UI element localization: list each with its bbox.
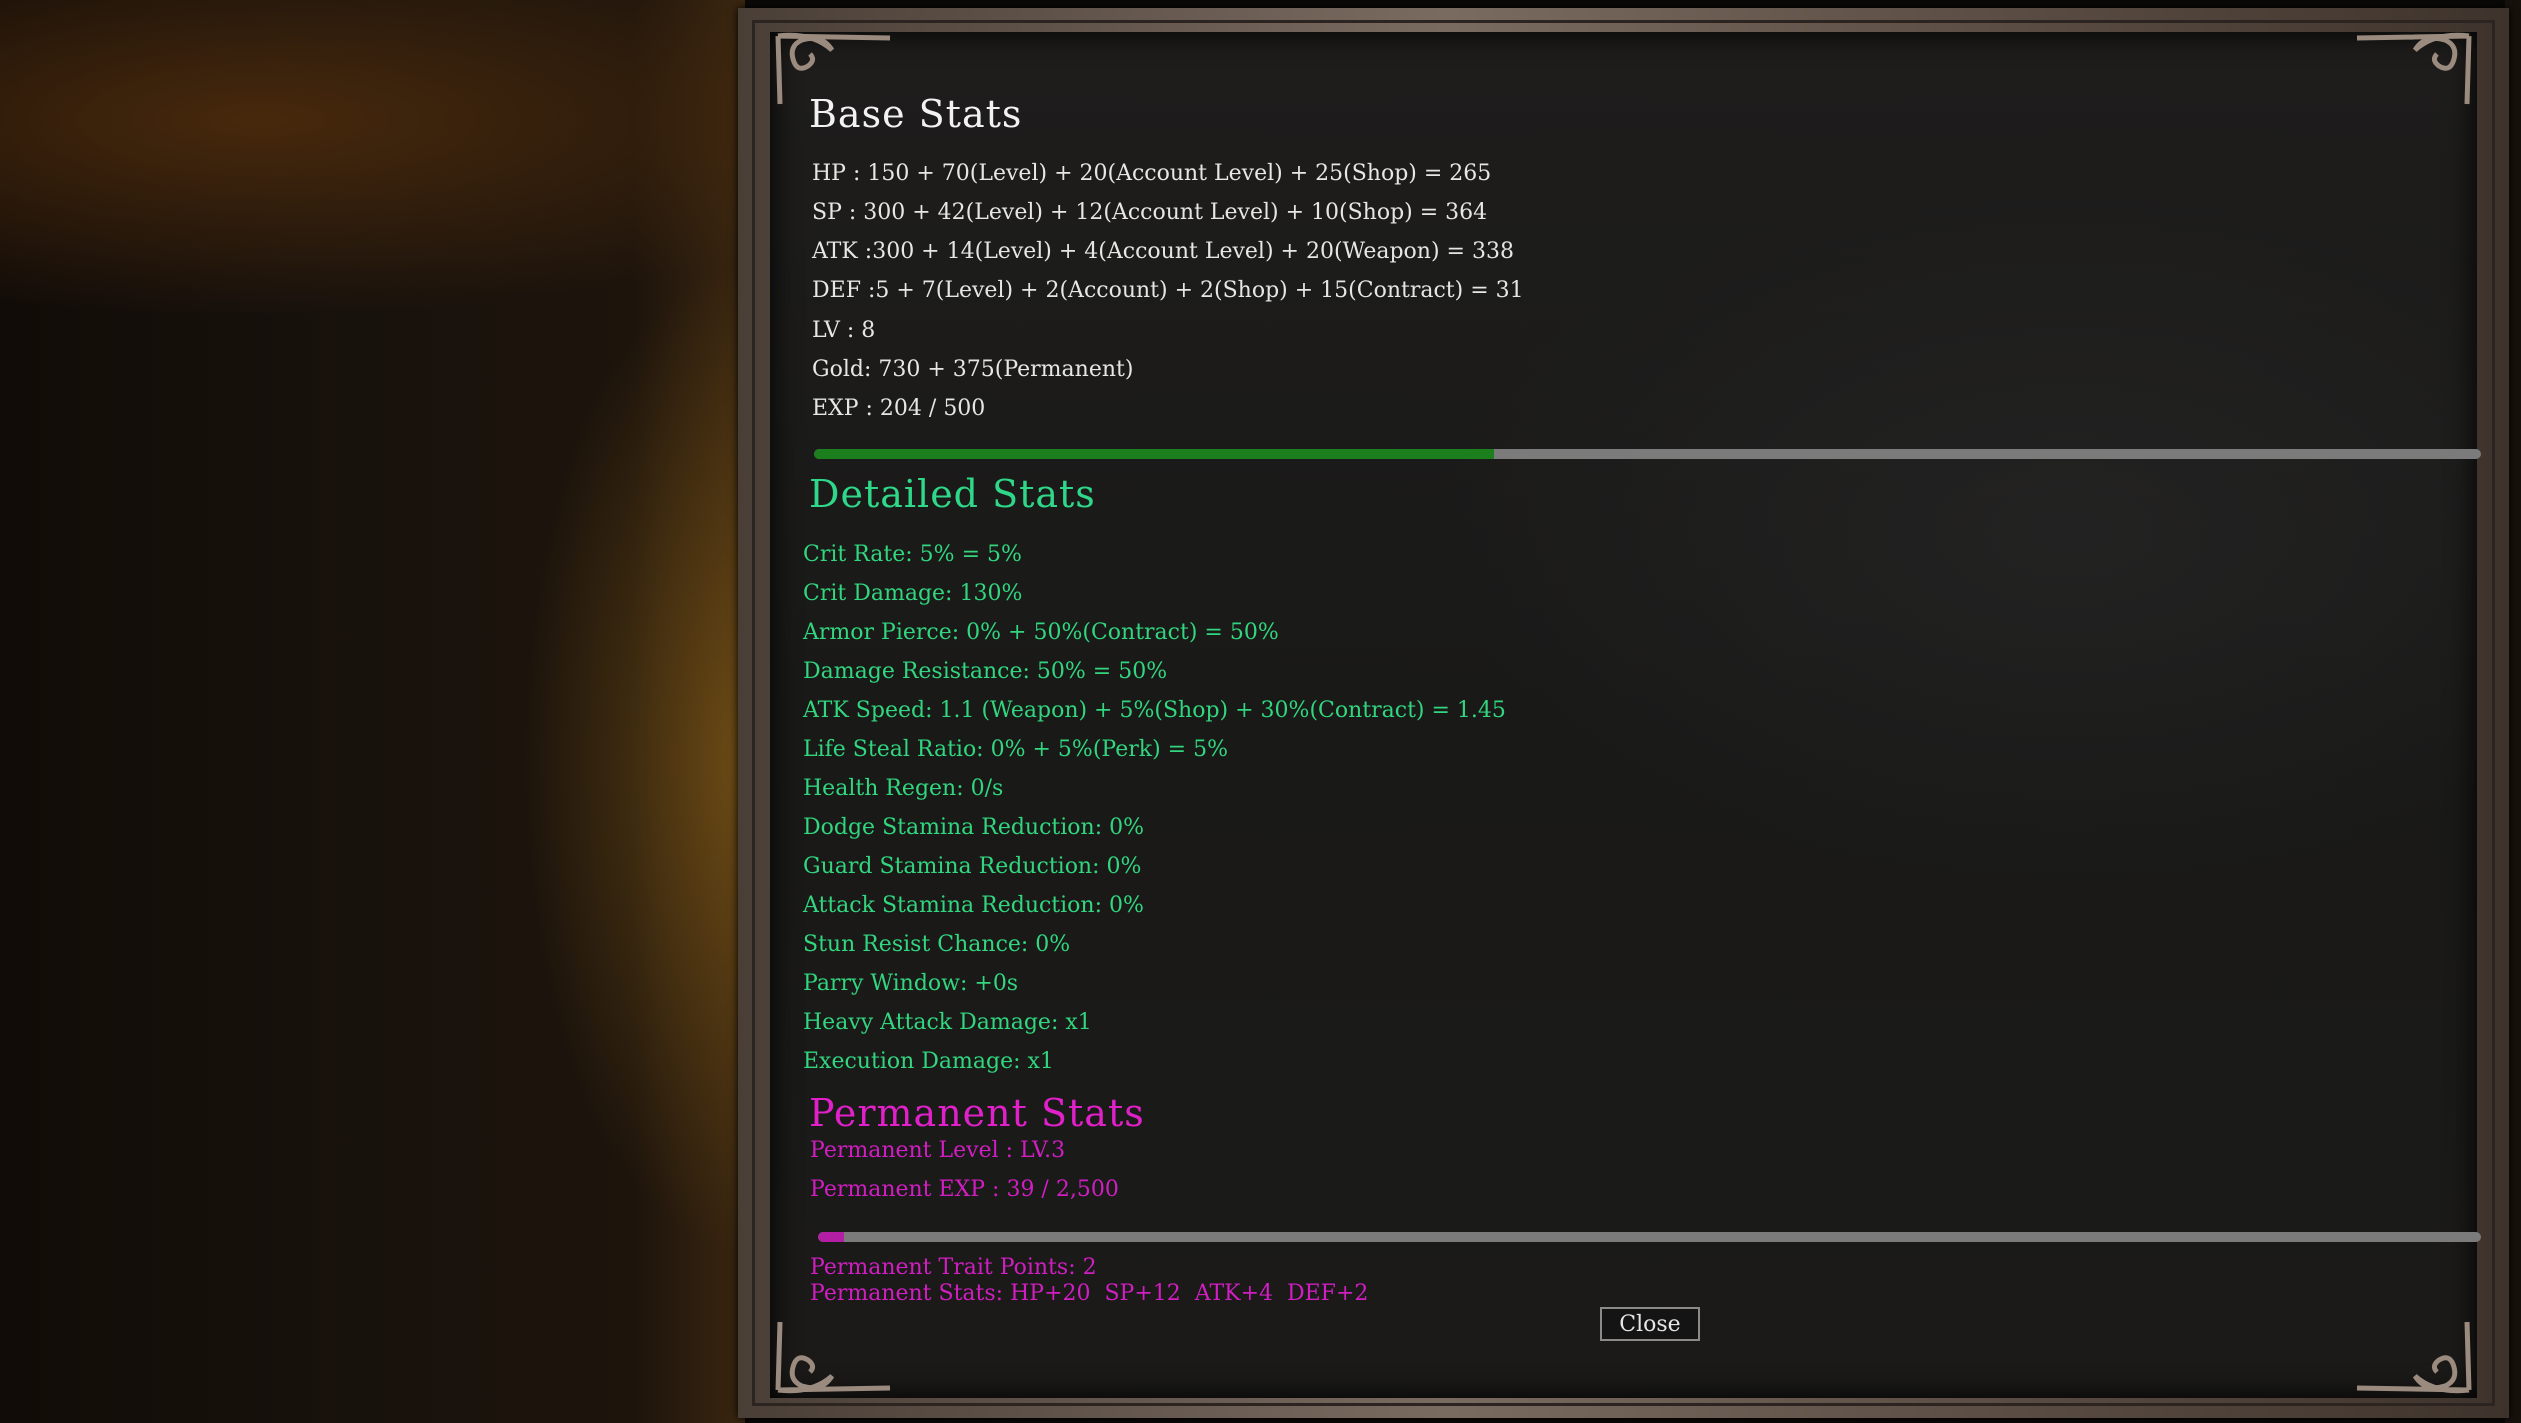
detail-stun-resist: Stun Resist Chance: 0%	[803, 932, 1071, 957]
detail-attack-stamina: Attack Stamina Reduction: 0%	[803, 893, 1144, 918]
detail-parry-window: Parry Window: +0s	[803, 971, 1019, 996]
detail-execution-damage: Execution Damage: x1	[803, 1049, 1054, 1074]
detail-life-steal: Life Steal Ratio: 0% + 5%(Perk) = 5%	[803, 737, 1228, 762]
stat-level: LV : 8	[812, 318, 876, 343]
detail-armor-pierce: Armor Pierce: 0% + 50%(Contract) = 50%	[803, 620, 1279, 645]
detailed-stats-title: Detailed Stats	[809, 472, 1096, 516]
close-button[interactable]: Close	[1600, 1307, 1700, 1341]
permanent-stats-title: Permanent Stats	[809, 1091, 1145, 1135]
detail-health-regen: Health Regen: 0/s	[803, 776, 1004, 801]
stat-atk: ATK :300 + 14(Level) + 4(Account Level) …	[812, 239, 1514, 264]
stat-hp: HP : 150 + 70(Level) + 20(Account Level)…	[812, 161, 1492, 186]
detail-dodge-stamina: Dodge Stamina Reduction: 0%	[803, 815, 1145, 840]
permanent-exp: Permanent EXP : 39 / 2,500	[810, 1177, 1119, 1202]
permanent-stat-bonuses: Permanent Stats: HP+20 SP+12 ATK+4 DEF+2	[810, 1281, 1369, 1306]
blurred-game-background	[0, 0, 745, 1423]
permanent-level: Permanent Level : LV.3	[810, 1138, 1066, 1163]
detail-damage-resistance: Damage Resistance: 50% = 50%	[803, 659, 1168, 684]
ornament-corner-icon	[2355, 26, 2475, 106]
detail-heavy-attack: Heavy Attack Damage: x1	[803, 1010, 1092, 1035]
base-stats-title: Base Stats	[809, 92, 1023, 136]
permanent-exp-bar	[818, 1232, 2481, 1242]
detail-crit-damage: Crit Damage: 130%	[803, 581, 1023, 606]
permanent-exp-fill	[818, 1232, 844, 1242]
stat-gold: Gold: 730 + 375(Permanent)	[812, 357, 1134, 382]
detail-guard-stamina: Guard Stamina Reduction: 0%	[803, 854, 1142, 879]
permanent-trait-points: Permanent Trait Points: 2	[810, 1255, 1097, 1280]
stat-def: DEF :5 + 7(Level) + 2(Account) + 2(Shop)…	[812, 278, 1524, 303]
stat-sp: SP : 300 + 42(Level) + 12(Account Level)…	[812, 200, 1488, 225]
exp-progress-bar	[814, 449, 2481, 459]
stat-exp: EXP : 204 / 500	[812, 396, 986, 421]
ornament-corner-icon	[2355, 1320, 2475, 1400]
exp-progress-fill	[814, 449, 1495, 459]
ornament-corner-icon	[772, 1320, 892, 1400]
detail-atk-speed: ATK Speed: 1.1 (Weapon) + 5%(Shop) + 30%…	[803, 698, 1506, 723]
detail-crit-rate: Crit Rate: 5% = 5%	[803, 542, 1022, 567]
